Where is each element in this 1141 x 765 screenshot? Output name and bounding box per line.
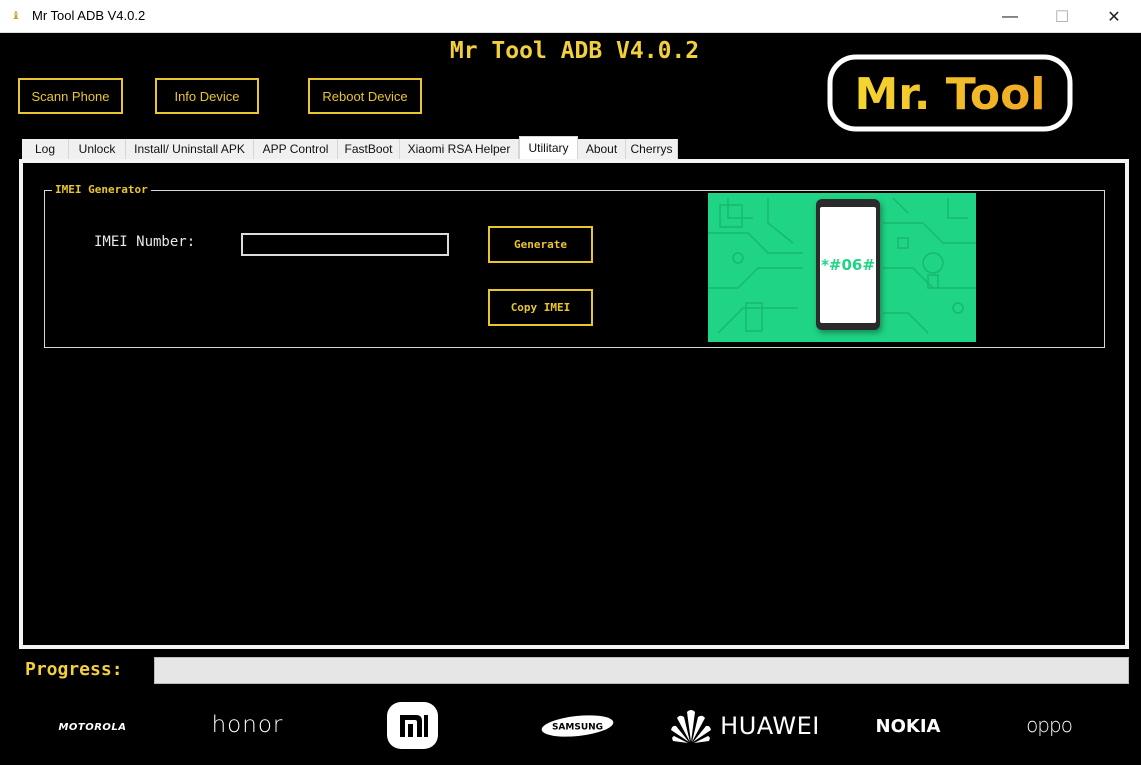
samsung-logo: SAMSUNG	[541, 714, 614, 738]
progress-bar	[154, 657, 1129, 684]
generate-button[interactable]: Generate	[488, 226, 593, 263]
huawei-text: HUAWEI	[720, 712, 820, 740]
tab-about[interactable]: About	[578, 139, 626, 159]
huawei-logo: HUAWEI	[664, 707, 826, 745]
minimize-icon: —	[1002, 7, 1018, 25]
oppo-logo: oppo	[1026, 713, 1073, 737]
tab-log[interactable]: Log	[22, 139, 69, 159]
honor-logo: honor	[211, 712, 284, 738]
copy-imei-button[interactable]: Copy IMEI	[488, 289, 593, 326]
mr-tool-logo: Mr. Tool	[827, 54, 1073, 132]
progress-label: Progress:	[25, 659, 123, 680]
tab-install-uninstall-apk[interactable]: Install/ Uninstall APK	[126, 139, 254, 159]
imei-code-text: *#06#	[821, 256, 875, 274]
maximize-button[interactable]: ☐	[1039, 0, 1085, 33]
imei-illustration: *#06#	[708, 193, 976, 342]
xiaomi-mi-icon	[399, 714, 428, 737]
imei-number-input[interactable]	[241, 233, 449, 256]
tab-xiaomi-rsa-helper[interactable]: Xiaomi RSA Helper	[400, 139, 519, 159]
motorola-logo: MOTOROLA	[58, 721, 127, 733]
xiaomi-logo	[387, 702, 438, 749]
huawei-petals-icon	[671, 710, 712, 743]
app-icon: ♝	[11, 10, 21, 22]
imei-number-label: IMEI Number:	[94, 234, 196, 250]
close-button[interactable]: ✕	[1091, 0, 1137, 33]
nokia-logo: NOKIA	[875, 715, 941, 737]
tab-cherrys[interactable]: Cherrys	[626, 139, 678, 159]
phone-screen: *#06#	[820, 207, 876, 323]
tab-utilitary[interactable]: Utilitary	[519, 136, 578, 159]
logo-text: Mr. Tool	[855, 69, 1046, 120]
tab-unlock[interactable]: Unlock	[69, 139, 126, 159]
samsung-ellipse-icon: SAMSUNG	[541, 715, 614, 737]
close-icon: ✕	[1107, 8, 1121, 26]
minimize-button[interactable]: —	[987, 0, 1033, 33]
reboot-device-button[interactable]: Reboot Device	[308, 78, 422, 114]
tab-bar: Log Unlock Install/ Uninstall APK APP Contr…	[22, 136, 678, 159]
tab-fastboot[interactable]: FastBoot	[338, 139, 400, 159]
scan-phone-button[interactable]: Scann Phone	[18, 78, 123, 114]
tab-app-control[interactable]: APP Control	[254, 139, 338, 159]
maximize-icon: ☐	[1054, 8, 1070, 26]
title-bar: ♝ Mr Tool ADB V4.0.2 — ☐ ✕	[0, 0, 1141, 33]
samsung-text: SAMSUNG	[552, 723, 603, 733]
info-device-button[interactable]: Info Device	[155, 78, 259, 114]
phone-graphic: *#06#	[816, 199, 880, 330]
window-title: Mr Tool ADB V4.0.2	[32, 8, 146, 23]
imei-generator-group-label: IMEI Generator	[52, 183, 151, 196]
